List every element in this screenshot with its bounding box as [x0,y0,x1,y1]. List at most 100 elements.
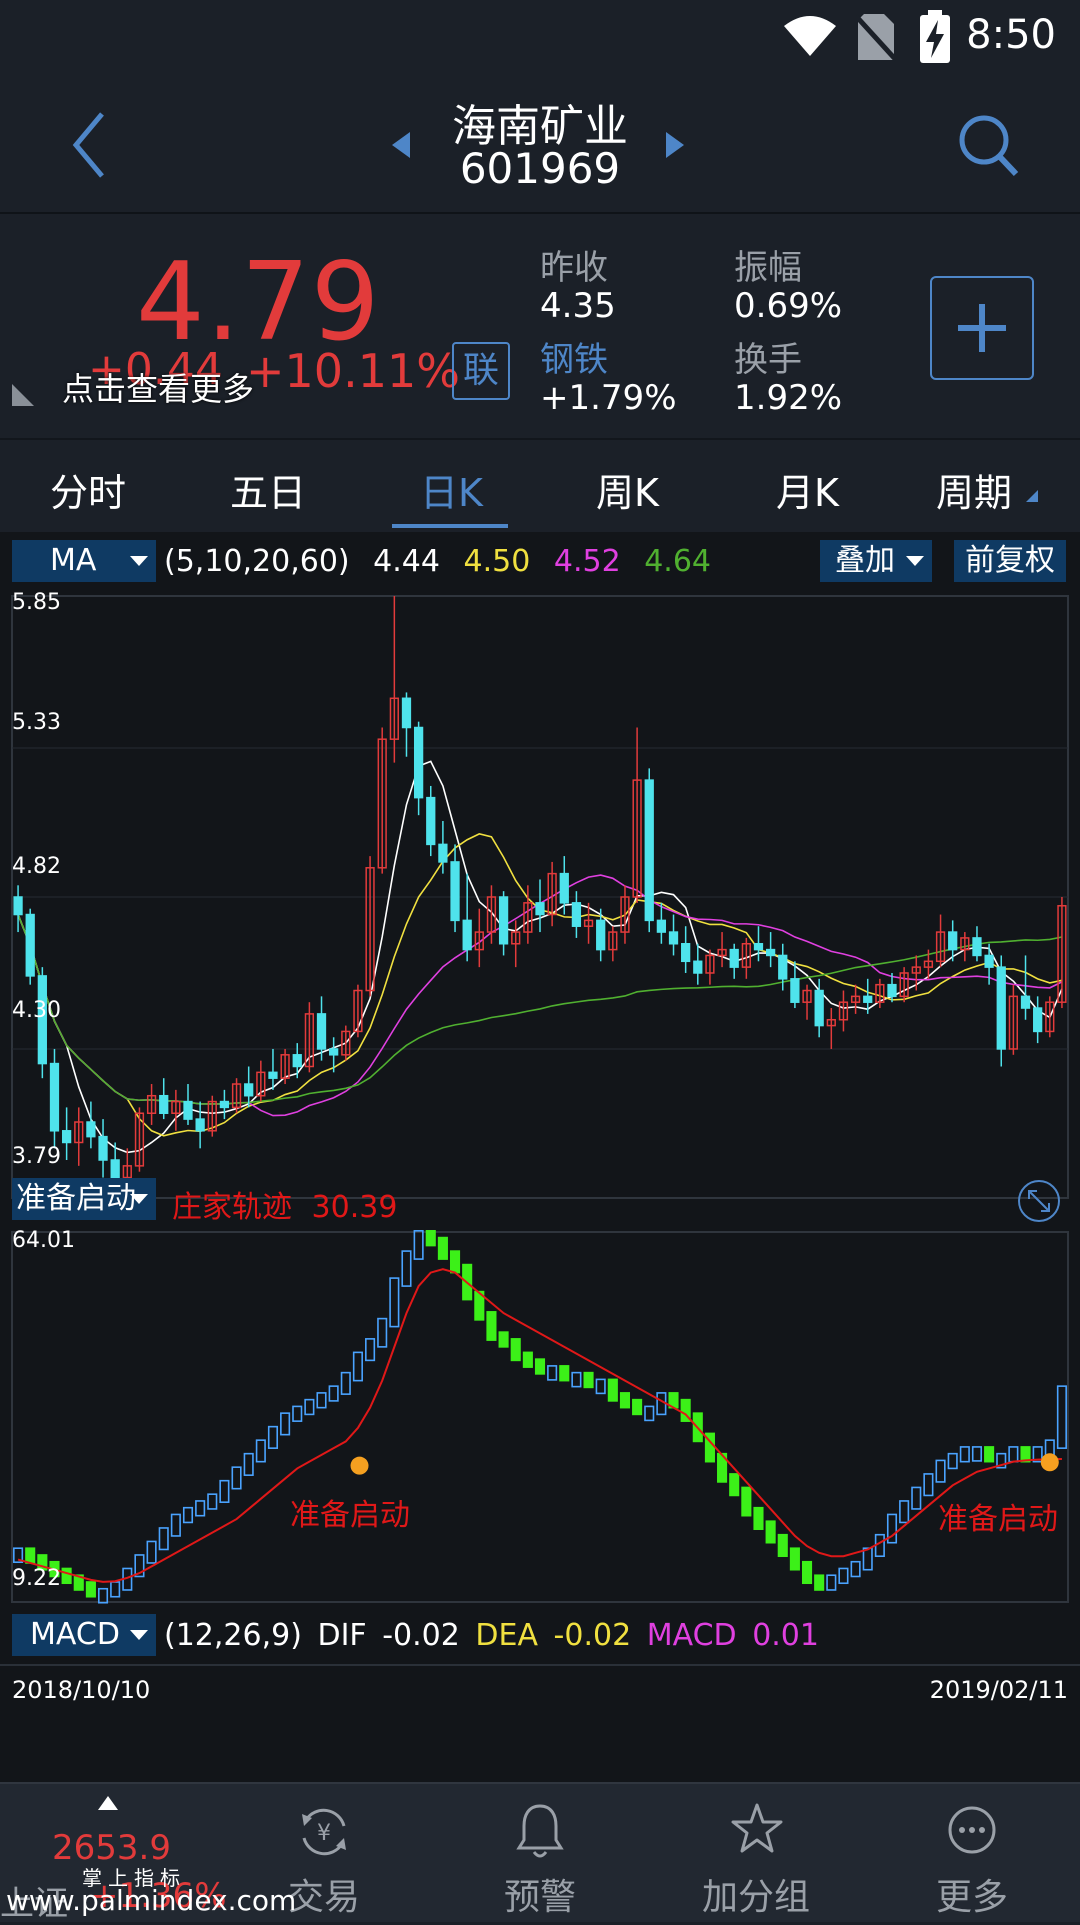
signal-bar [97,1587,109,1604]
signal-bar [170,1513,181,1537]
status-bar: 8:50 [0,0,1080,80]
prev-close-label: 昨收 [540,248,608,288]
tab-intraday[interactable]: 分时 [50,462,126,517]
signal-bar [789,1547,800,1571]
turnover-value: 1.92% [734,378,843,418]
svg-text:¥: ¥ [317,1821,331,1846]
candle-body [316,1013,327,1050]
overlay-button[interactable]: 叠加 [820,540,932,582]
signal-bar [292,1405,303,1422]
signal-bar [607,1378,618,1402]
track-label: 庄家轨迹 [172,1190,292,1225]
track-line [17,1268,1062,1583]
signal-bar [255,1439,266,1463]
sub-plot-frame [11,1231,1069,1603]
sector-change: +1.79% [540,378,677,418]
signal-bar [838,1567,849,1585]
signal-bar [1044,1439,1055,1456]
dif-label: DIF [317,1618,367,1653]
candle-body [668,931,679,945]
amplitude-label: 振幅 [734,248,802,288]
tab-weekly-k[interactable]: 周K [596,462,659,517]
arrow-up-icon [98,1796,118,1810]
signal-bar [267,1425,279,1449]
signal-bar [559,1365,570,1382]
sub-indicator-label: 准备启动 [16,1181,136,1216]
signal-bar [219,1479,230,1503]
sub-indicator-chart[interactable] [0,1226,1080,1608]
signal-bar [340,1371,351,1395]
signal-bar [571,1371,582,1388]
signal-bar [389,1277,400,1328]
signal-bar [984,1446,995,1463]
more-info-tip[interactable]: 点击查看更多 [62,364,254,410]
candle-body [61,1130,72,1144]
signal-bar [425,1230,436,1247]
sub-indicator-select[interactable]: 准备启动 [12,1178,156,1220]
sector-link[interactable]: 钢铁 [540,332,608,381]
tab-daily-k[interactable]: 日K [420,462,483,517]
search-icon[interactable] [956,110,1022,180]
plus-icon [958,304,1006,352]
y-label-2: 5.33 [12,710,61,735]
signal-bar [777,1533,788,1558]
tab-five-day[interactable]: 五日 [230,462,306,517]
adjust-button[interactable]: 前复权 [954,540,1066,582]
kline-chart[interactable] [0,588,1080,1204]
tab-period[interactable]: 周期 [936,462,1012,517]
candle-body [693,960,703,974]
candle-body [996,966,1006,1050]
y-label-bottom: 3.79 [12,1144,61,1169]
tab-monthly-k[interactable]: 月K [776,462,839,517]
candle-body [413,726,424,799]
next-stock-arrow-icon[interactable] [664,130,686,160]
nav-more-label: 更多 [935,1877,1008,1918]
macd-indicator-select[interactable]: MACD [12,1614,156,1656]
fullscreen-icon[interactable] [1016,1178,1062,1224]
signal-bar [959,1446,970,1463]
linked-button[interactable]: 联 [452,342,510,400]
main-indicator-select[interactable]: MA [12,540,156,582]
signal-bar [583,1371,594,1389]
candle-body [86,1121,96,1138]
candle-body [1033,1007,1043,1033]
period-dropdown-icon [1026,490,1038,502]
period-tabs: 分时 五日 日K 周K 月K 周期 [0,438,1080,534]
signal-bar [207,1493,218,1510]
candle-body [183,1100,193,1120]
signal-bar [110,1581,121,1598]
status-time: 8:50 [966,12,1056,58]
candle-body [984,954,994,968]
candle-body [25,913,35,977]
nav-alert-label: 预警 [503,1877,576,1918]
watermark-url: www.palmindex.com [6,1884,297,1917]
signal-bar [437,1236,448,1260]
nav-alert[interactable]: 预警 [440,1784,640,1922]
turnover-label: 换手 [734,340,802,380]
signal-bar [632,1398,643,1416]
candle-body [49,1062,60,1132]
signal-bar [510,1338,521,1362]
candle-body [571,902,582,927]
signal-bar [923,1473,934,1497]
candle-body [790,978,800,1003]
signal-bar [899,1500,910,1524]
candle-body [644,779,654,922]
candle-body [681,943,691,963]
signal-bar [401,1250,412,1287]
ma60-value: 4.64 [644,544,711,579]
candle-body [244,1083,254,1097]
signal-bar [947,1452,958,1470]
wifi-icon [784,16,836,56]
signal-bar [935,1459,946,1483]
candle-body [98,1135,108,1161]
yen-exchange-icon: ¥ [302,1808,346,1856]
overlay-label: 叠加 [835,543,895,578]
signal-bar [826,1574,837,1591]
nav-more[interactable]: 更多 [872,1784,1072,1922]
ma20-value: 4.52 [553,544,621,579]
nav-add-group[interactable]: 加分组 [656,1784,856,1922]
prev-close-value: 4.35 [540,286,616,326]
add-watchlist-button[interactable] [930,276,1034,380]
expand-corner-icon[interactable] [10,382,36,408]
